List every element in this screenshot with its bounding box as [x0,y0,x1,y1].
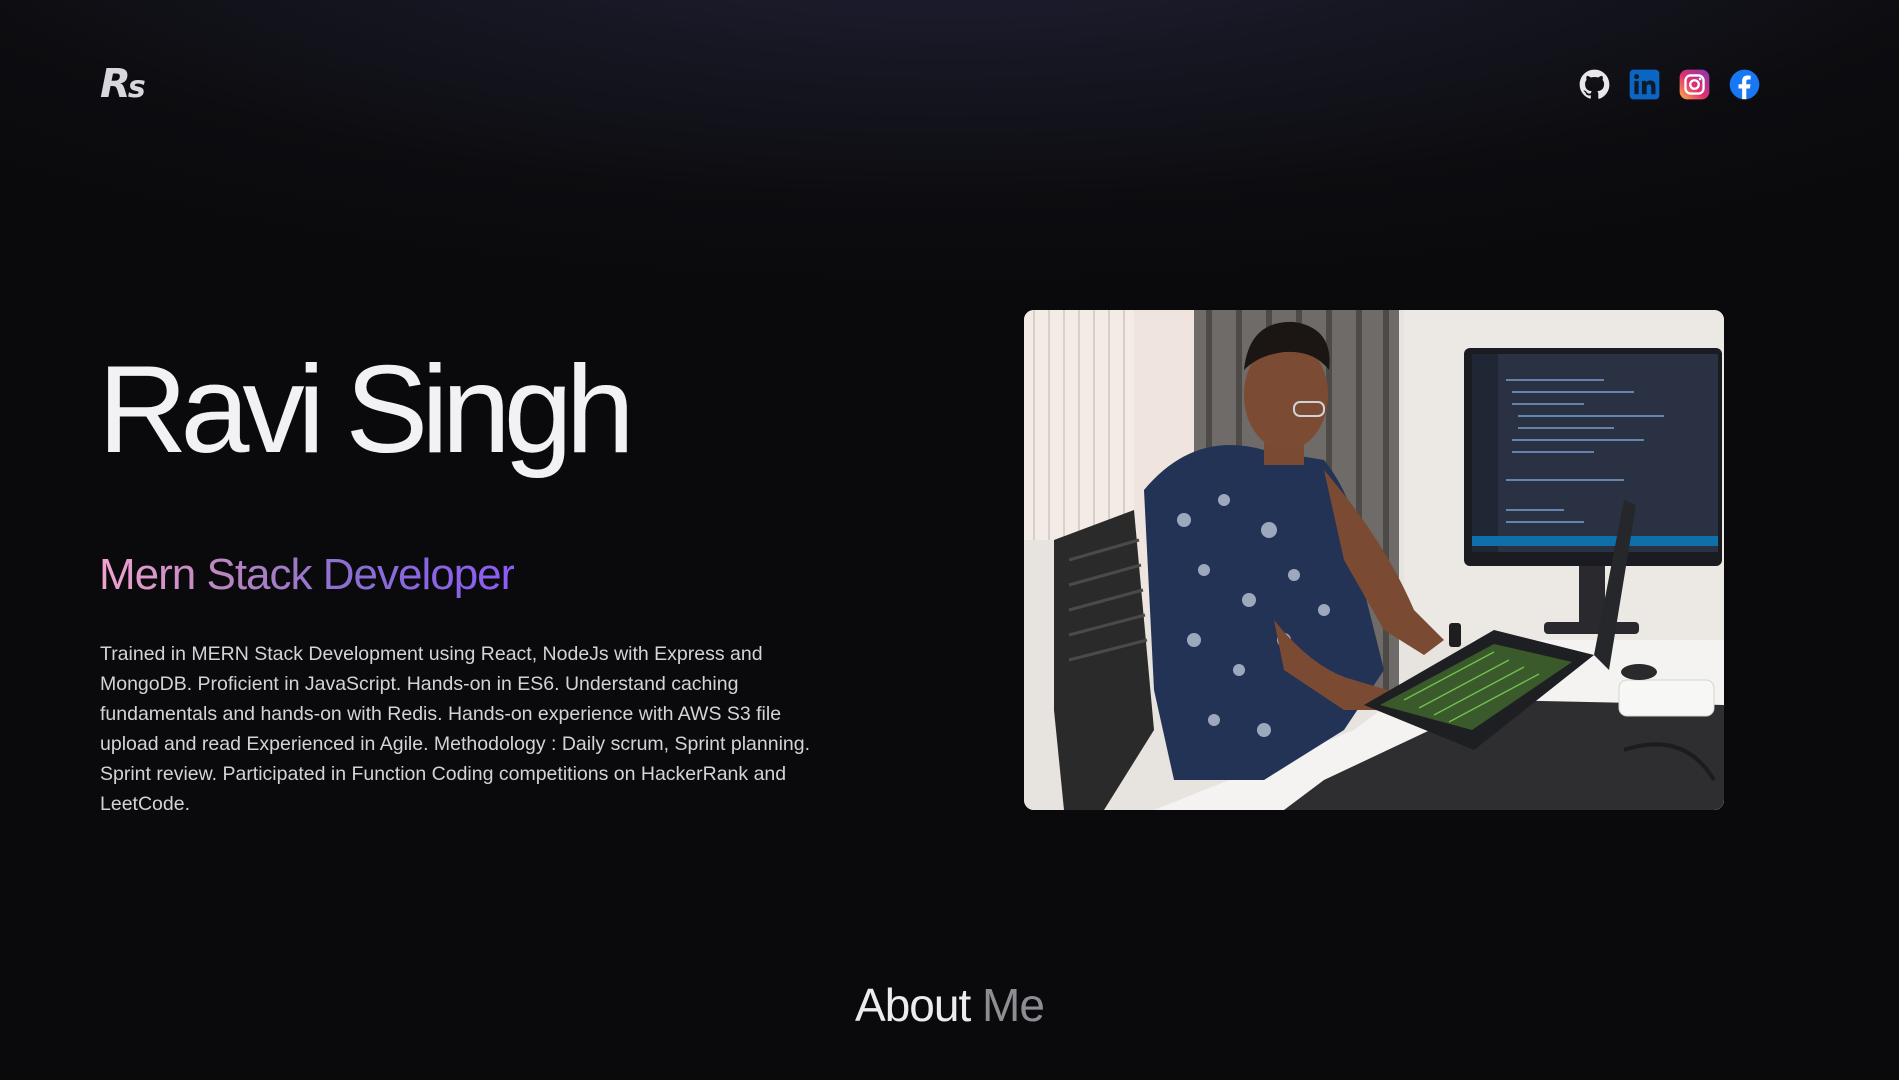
github-icon [1579,69,1610,100]
profile-photo [1024,310,1724,810]
social-links [1579,69,1760,100]
site-logo[interactable]: Rs [100,60,146,112]
logo-letter-s: s [127,70,146,105]
about-title-word2: Me [982,979,1045,1031]
hero-role: Mern Stack Developer [99,548,515,602]
about-title: About Me [0,975,1899,1035]
hero-name: Ravi Singh [98,341,635,479]
github-link[interactable] [1579,69,1610,100]
linkedin-icon [1629,69,1660,100]
instagram-icon [1679,69,1710,100]
facebook-icon [1729,69,1760,100]
about-title-word1: About [855,979,971,1031]
linkedin-link[interactable] [1629,69,1660,100]
instagram-link[interactable] [1679,69,1710,100]
logo-letter-r: R [100,61,131,107]
hero-description: Trained in MERN Stack Development using … [100,643,811,815]
facebook-link[interactable] [1729,69,1760,100]
